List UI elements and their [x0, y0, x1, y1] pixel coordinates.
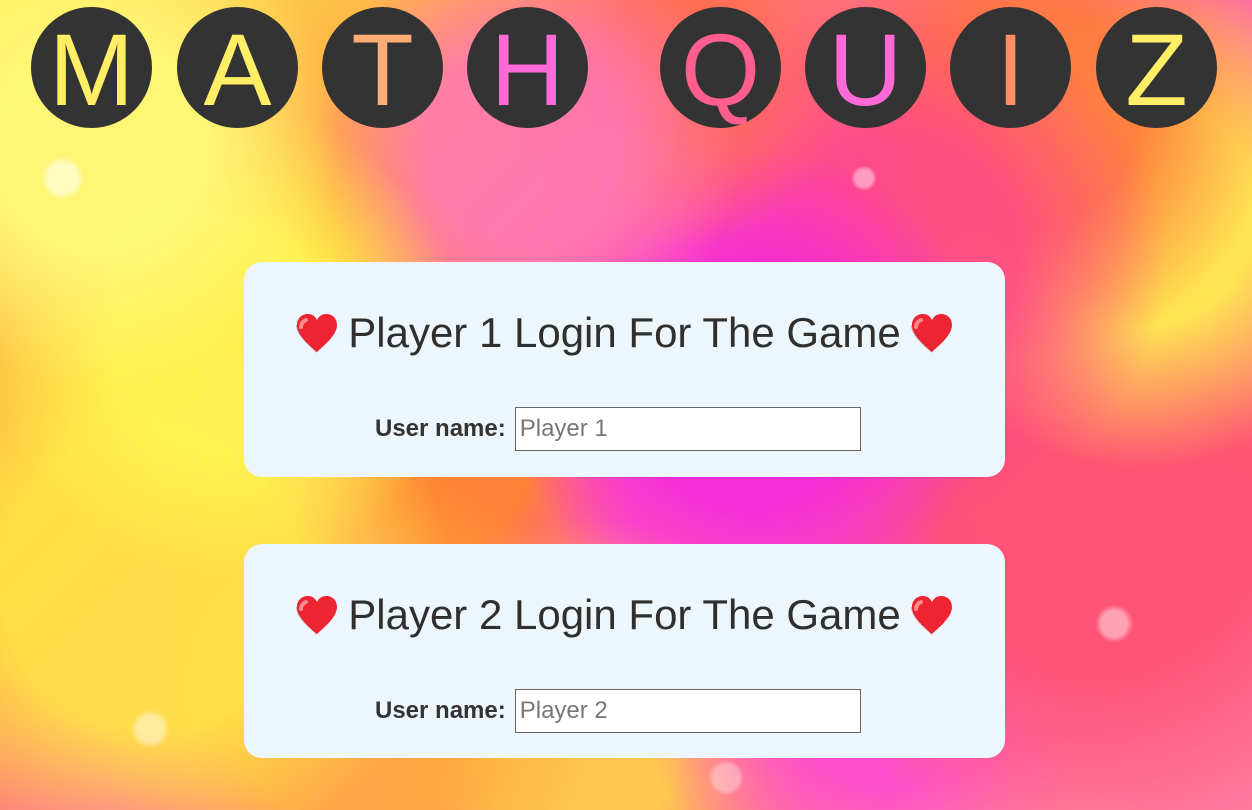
title-letter-a-text: A: [203, 12, 272, 127]
heart-icon: [294, 594, 340, 636]
title-letter-t: T: [322, 7, 443, 128]
title-letter-t-text: T: [351, 12, 414, 127]
player-1-username-label: User name:: [375, 415, 506, 442]
title-letter-i-text: I: [996, 12, 1025, 127]
player-1-login-heading: Player 1 Login For The Game: [244, 309, 1005, 357]
title-letter-a: A: [177, 7, 298, 128]
title-letter-z: Z: [1096, 7, 1217, 128]
title-letter-i: I: [950, 7, 1071, 128]
player-2-heading-text: Player 2 Login For The Game: [348, 591, 901, 638]
player-1-heading-text: Player 1 Login For The Game: [348, 309, 901, 356]
player-2-username-row: User name:: [375, 689, 861, 733]
title-letter-h-text: H: [490, 12, 565, 127]
title-letter-q: Q: [660, 7, 781, 128]
title-letter-z-text: Z: [1125, 12, 1188, 127]
title-letter-m-text: M: [49, 12, 134, 127]
title-letter-q-text: Q: [680, 12, 761, 127]
player-2-username-input[interactable]: [514, 689, 861, 733]
player-1-username-input[interactable]: [514, 407, 861, 451]
player-1-login-card: Player 1 Login For The Game User name:: [244, 262, 1005, 477]
title-letter-m: M: [31, 7, 152, 128]
title-letter-u: U: [805, 7, 926, 128]
player-2-login-card: Player 2 Login For The Game User name:: [244, 544, 1005, 758]
player-2-login-heading: Player 2 Login For The Game: [244, 591, 1005, 639]
title-letter-h: H: [467, 7, 588, 128]
title-letter-u-text: U: [828, 12, 903, 127]
heart-icon: [909, 312, 955, 354]
player-1-username-row: User name:: [375, 407, 861, 451]
heart-icon: [909, 594, 955, 636]
player-2-username-label: User name:: [375, 697, 506, 724]
math-quiz-title: M A T H Q U I Z: [31, 7, 1221, 130]
heart-icon: [294, 312, 340, 354]
